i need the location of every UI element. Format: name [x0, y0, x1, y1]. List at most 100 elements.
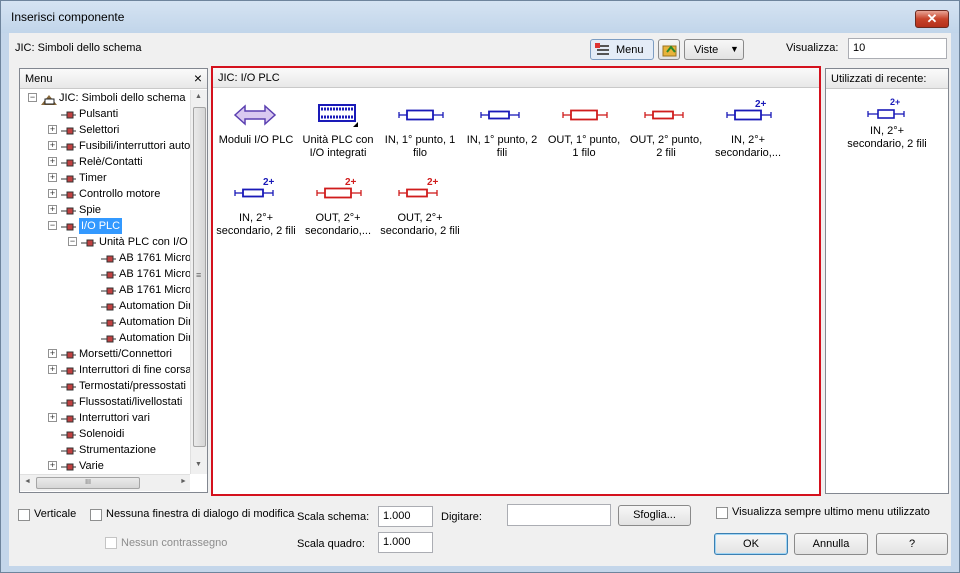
- recent-item[interactable]: 2+ IN, 2°+ secondario, 2 fili: [828, 97, 946, 151]
- component-icon: [60, 429, 76, 439]
- plc-input-2plus-icon: 2+: [867, 97, 905, 119]
- symbol-item[interactable]: IN, 1° punto, 1 filo: [379, 99, 461, 160]
- component-icon: [60, 397, 76, 407]
- expand-icon[interactable]: +: [48, 173, 57, 182]
- symbol-label-2: secondario, 2 fili: [380, 225, 460, 237]
- collapse-icon[interactable]: −: [68, 237, 77, 246]
- component-icon: [60, 141, 76, 151]
- tree-item-label: Morsetti/Connettori: [79, 348, 172, 360]
- component-icon: [60, 445, 76, 455]
- component-icon: [60, 413, 76, 423]
- digitare-label: Digitare:: [441, 511, 482, 523]
- scala-schema-input[interactable]: 1.000: [378, 506, 433, 527]
- collapse-icon[interactable]: −: [48, 221, 57, 230]
- sfoglia-button[interactable]: Sfoglia...: [618, 505, 691, 526]
- tree-item-label: JIC: Simboli dello schema: [59, 92, 186, 104]
- tree-vscroll-thumb[interactable]: ≡: [193, 107, 206, 447]
- grip-icon: ≡: [196, 270, 202, 280]
- tree-item-label: Strumentazione: [79, 444, 157, 456]
- tree-item-label: AB 1761 Micro: [119, 268, 190, 280]
- menu-icon: [595, 43, 611, 57]
- tree-vscrollbar[interactable]: ▲ ≡ ▼: [190, 90, 207, 474]
- ok-button[interactable]: OK: [714, 533, 788, 555]
- expand-icon[interactable]: +: [48, 349, 57, 358]
- digitare-input[interactable]: [507, 504, 611, 526]
- plc-input-2plus-icon: 2+: [726, 99, 772, 121]
- symbol-label-1: IN, 2°+: [730, 134, 766, 146]
- symbol-item[interactable]: OUT, 1° punto, 1 filo: [543, 99, 625, 160]
- viste-dropdown[interactable]: Viste ▼: [684, 39, 744, 60]
- menu-panel-title: Menu: [25, 73, 53, 85]
- help-button[interactable]: ?: [876, 533, 948, 555]
- menu-panel-close-icon[interactable]: ×: [194, 70, 202, 86]
- symbol-item[interactable]: 2+ IN, 2°+ secondario, 2 fili: [215, 177, 297, 238]
- expand-icon[interactable]: +: [48, 157, 57, 166]
- verticale-checkbox[interactable]: [18, 509, 30, 521]
- svg-text:2+: 2+: [263, 177, 275, 188]
- expand-icon[interactable]: +: [48, 365, 57, 374]
- expand-icon[interactable]: +: [48, 189, 57, 198]
- expand-icon[interactable]: +: [48, 461, 57, 470]
- component-icon: [60, 205, 76, 215]
- component-icon: [60, 349, 76, 359]
- symbols-panel: JIC: I/O PLC Moduli I/O PLC Unità PLC con…: [211, 66, 821, 496]
- menu-button-label: Menu: [616, 44, 644, 56]
- nessun-contrassegno-label: Nessun contrassegno: [121, 537, 228, 549]
- collapse-icon[interactable]: −: [28, 93, 37, 102]
- scroll-right-icon[interactable]: ►: [180, 478, 187, 485]
- tree-item-label: Automation Dire: [119, 300, 190, 312]
- symbol-item[interactable]: OUT, 2° punto, 2 fili: [625, 99, 707, 160]
- tree-hscroll-thumb[interactable]: III: [36, 477, 140, 489]
- tree-item-label: Controllo motore: [79, 188, 161, 200]
- component-icon: [60, 221, 76, 231]
- tree-hscrollbar[interactable]: ◄ III ►: [20, 474, 190, 491]
- plc-module-icon: [233, 104, 277, 126]
- nessuna-finestra-label: Nessuna finestra di dialogo di modifica: [106, 508, 295, 520]
- dialog-client: JIC: Simboli dello schema Menu Viste ▼ V…: [9, 33, 951, 566]
- menu-tree: − JIC: Simboli dello schema Pulsanti + Selet…: [20, 90, 190, 474]
- component-icon: [80, 237, 96, 247]
- symbol-item[interactable]: 2+ IN, 2°+ secondario,...: [707, 99, 789, 160]
- expand-icon[interactable]: +: [48, 413, 57, 422]
- component-icon: [60, 461, 76, 471]
- tree-item-label: Automation Dire: [119, 332, 190, 344]
- symbol-item[interactable]: 2+ OUT, 2°+ secondario,...: [297, 177, 379, 238]
- symbol-item[interactable]: Moduli I/O PLC: [215, 99, 297, 147]
- expand-icon[interactable]: +: [48, 125, 57, 134]
- symbol-item[interactable]: IN, 1° punto, 2 fili: [461, 99, 543, 160]
- menu-button[interactable]: Menu: [590, 39, 654, 60]
- component-icon: [100, 333, 116, 343]
- verticale-label: Verticale: [34, 508, 77, 520]
- scroll-up-icon[interactable]: ▲: [195, 93, 202, 100]
- nessun-contrassegno-checkbox[interactable]: [105, 537, 117, 549]
- scala-quadro-input[interactable]: 1.000: [378, 532, 433, 553]
- tree-item-label: Interruttori vari: [79, 412, 150, 424]
- chevron-down-icon: ▼: [730, 44, 739, 54]
- svg-text:2+: 2+: [890, 97, 900, 107]
- nessuna-finestra-checkbox[interactable]: [90, 509, 102, 521]
- component-icon: [100, 317, 116, 327]
- annulla-button[interactable]: Annulla: [794, 533, 868, 555]
- back-button[interactable]: [658, 39, 680, 60]
- close-button[interactable]: ✕: [915, 10, 949, 28]
- viste-label: Viste: [694, 44, 719, 56]
- visualizza-input[interactable]: 10: [848, 38, 947, 59]
- symbol-item[interactable]: 2+ OUT, 2°+ secondario, 2 fili: [379, 177, 461, 238]
- symbol-item[interactable]: Unità PLC con I/O integrati: [297, 99, 379, 160]
- dialog-window: Inserisci componente ✕ JIC: Simboli dell…: [0, 0, 960, 573]
- tree-item-label: Spie: [79, 204, 102, 216]
- svg-text:2+: 2+: [345, 177, 357, 188]
- component-icon: [60, 173, 76, 183]
- tree-item-label: AB 1761 Micro: [119, 252, 190, 264]
- symbols-panel-header: JIC: I/O PLC: [213, 68, 819, 88]
- recent-item-label-1: IN, 2°+: [869, 125, 905, 137]
- scroll-down-icon[interactable]: ▼: [195, 461, 202, 468]
- symbol-label-1: OUT, 2°+: [397, 212, 443, 224]
- symbol-label-2: 2 fili: [656, 147, 676, 159]
- component-icon: [60, 381, 76, 391]
- title-bar: Inserisci componente ✕: [1, 1, 959, 33]
- expand-icon[interactable]: +: [48, 205, 57, 214]
- scroll-left-icon[interactable]: ◄: [24, 478, 31, 485]
- visualizza-sempre-checkbox[interactable]: [716, 507, 728, 519]
- expand-icon[interactable]: +: [48, 141, 57, 150]
